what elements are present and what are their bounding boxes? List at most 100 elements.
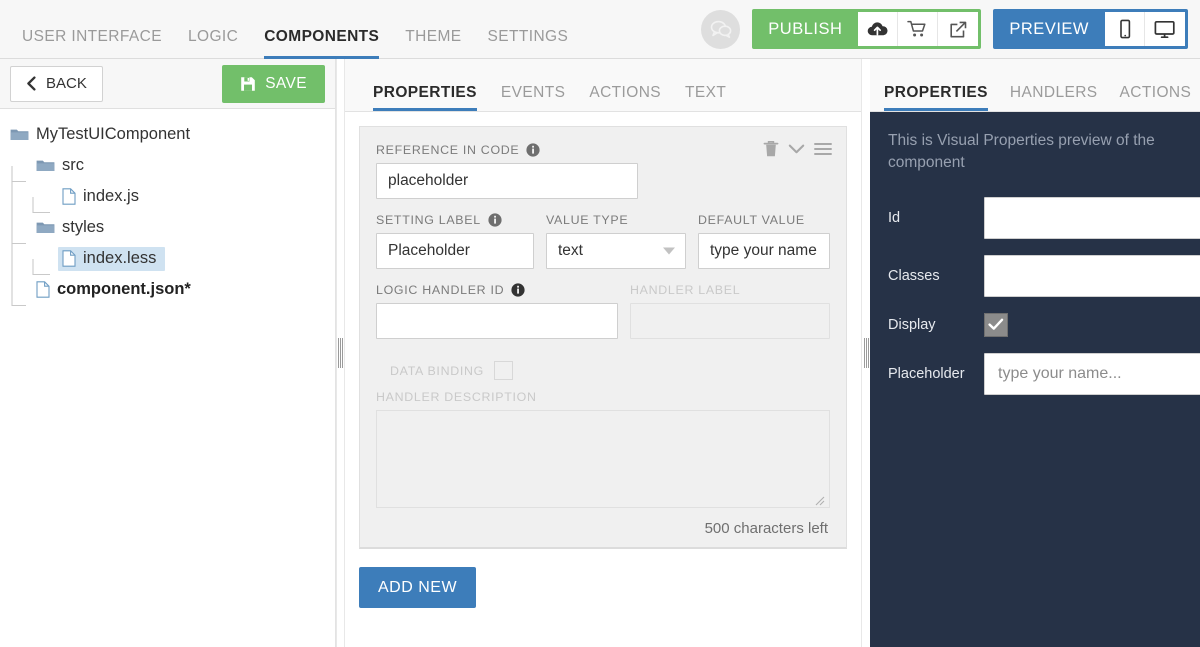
data-binding-label: DATA BINDING — [390, 363, 484, 378]
preview-field-id: Id — [888, 196, 1200, 239]
preview-tab-properties[interactable]: PROPERTIES — [884, 84, 988, 112]
handler-description-textarea — [376, 410, 830, 508]
desktop-icon — [1154, 20, 1175, 38]
nav-tab-components[interactable]: COMPONENTS — [264, 29, 380, 59]
tab-actions[interactable]: ACTIONS — [589, 84, 661, 112]
value-type-group: VALUE TYPE — [546, 213, 686, 269]
file-icon — [36, 280, 50, 298]
logic-handler-id-label-text: LOGIC HANDLER ID — [376, 283, 505, 297]
tab-text[interactable]: TEXT — [685, 84, 726, 112]
chat-bubbles-button[interactable] — [701, 9, 741, 49]
tree-item-label: component.json* — [57, 279, 191, 298]
tree-item-label: src — [62, 155, 84, 174]
publish-button-group: PUBLISH — [752, 9, 982, 49]
publish-button[interactable]: PUBLISH — [752, 9, 858, 49]
file-explorer-toolbar: BACK SAVE — [0, 59, 335, 109]
folder-icon — [36, 222, 55, 233]
preview-button[interactable]: PREVIEW — [993, 9, 1105, 49]
preview-desktop-button[interactable] — [1145, 12, 1185, 46]
preview-tabs: PROPERTIES HANDLERS ACTIONS — [870, 59, 1200, 112]
workspace-panes: BACK SAVE MyTestUIComponent src index.js… — [0, 59, 1200, 647]
logic-handler-id-input[interactable] — [376, 303, 618, 339]
chevron-left-icon — [27, 76, 36, 91]
setting-label-label: SETTING LABEL — [376, 213, 534, 227]
tree-item-component-json[interactable]: component.json* — [0, 274, 335, 306]
preview-tab-handlers[interactable]: HANDLERS — [1010, 84, 1098, 112]
preview-mobile-button[interactable] — [1105, 12, 1145, 46]
preview-field-label: Display — [888, 316, 936, 333]
handler-description-group: HANDLER DESCRIPTION 500 characters left — [376, 390, 830, 537]
back-button[interactable]: BACK — [10, 65, 103, 102]
cloud-upload-icon — [868, 22, 888, 36]
handler-label-group: HANDLER LABEL — [630, 283, 830, 339]
visual-properties-preview: This is Visual Properties preview of the… — [870, 112, 1200, 647]
add-new-button[interactable]: ADD NEW — [359, 567, 477, 608]
save-button[interactable]: SAVE — [222, 64, 325, 103]
publish-external-link-button[interactable] — [938, 12, 978, 46]
left-pane-splitter[interactable] — [336, 59, 345, 647]
save-button-label: SAVE — [265, 74, 307, 92]
publish-icon-strip — [858, 12, 979, 46]
tree-item-mytestuicomponent[interactable]: MyTestUIComponent — [0, 119, 335, 150]
visual-preview-pane: PROPERTIES HANDLERS ACTIONS This is Visu… — [870, 59, 1200, 647]
logic-handler-id-label: LOGIC HANDLER ID — [376, 283, 618, 297]
back-button-label: BACK — [46, 75, 87, 92]
file-tree: MyTestUIComponent src index.js styles in… — [0, 109, 335, 647]
app-root: USER INTERFACE LOGIC COMPONENTS THEME SE… — [0, 0, 1200, 647]
reference-in-code-group: REFERENCE IN CODE — [376, 143, 830, 199]
nav-tab-settings[interactable]: SETTINGS — [488, 29, 569, 59]
tab-events[interactable]: EVENTS — [501, 84, 565, 112]
value-type-select[interactable] — [546, 233, 686, 269]
preview-classes-input[interactable] — [984, 254, 1200, 297]
chevron-down-icon[interactable] — [788, 143, 805, 155]
logic-handler-id-group: LOGIC HANDLER ID — [376, 283, 618, 339]
info-icon[interactable] — [511, 283, 525, 297]
info-icon[interactable] — [526, 143, 541, 157]
handler-description-label-text: HANDLER DESCRIPTION — [376, 390, 537, 404]
preview-icon-strip — [1105, 12, 1185, 46]
preview-id-input[interactable] — [984, 196, 1200, 239]
preview-display-checkbox[interactable] — [984, 312, 1008, 337]
tree-item-label: index.less — [83, 248, 157, 267]
reference-in-code-input[interactable] — [376, 163, 638, 199]
value-type-label-text: VALUE TYPE — [546, 213, 629, 227]
tree-item-src[interactable]: src — [0, 150, 335, 197]
shopping-cart-icon — [907, 20, 926, 37]
nav-tab-theme[interactable]: THEME — [405, 29, 461, 59]
nav-tab-logic[interactable]: LOGIC — [188, 29, 238, 59]
splitter-grip — [863, 338, 869, 368]
default-value-input[interactable] — [698, 233, 830, 269]
tab-properties[interactable]: PROPERTIES — [373, 84, 477, 112]
setting-label-input[interactable] — [376, 233, 534, 269]
nav-tab-user-interface[interactable]: USER INTERFACE — [22, 29, 162, 59]
right-pane-splitter[interactable] — [861, 59, 870, 647]
info-icon[interactable] — [488, 213, 502, 227]
splitter-grip — [338, 338, 343, 368]
tree-guide-lines — [11, 289, 26, 306]
default-value-label: DEFAULT VALUE — [698, 213, 830, 227]
preview-field-display: Display — [888, 312, 1182, 337]
preview-field-label: Classes — [888, 267, 940, 284]
hamburger-menu-icon[interactable] — [814, 142, 832, 156]
handler-description-label: HANDLER DESCRIPTION — [376, 390, 830, 404]
handler-description-wrap — [376, 410, 830, 513]
trash-icon[interactable] — [763, 140, 779, 158]
checkmark-icon — [988, 319, 1004, 331]
top-bar-actions: PUBLISH PREVIEW — [701, 9, 1200, 49]
preview-tab-actions[interactable]: ACTIONS — [1120, 84, 1192, 112]
data-binding-checkbox — [494, 361, 513, 380]
handler-label-label: HANDLER LABEL — [630, 283, 830, 297]
tree-item-styles[interactable]: styles — [0, 212, 335, 259]
preview-placeholder-input[interactable] — [984, 352, 1200, 395]
tree-item-index-js[interactable]: index.js — [0, 181, 335, 228]
publish-cloud-upload-button[interactable] — [858, 12, 899, 46]
handler-label-label-text: HANDLER LABEL — [630, 283, 741, 297]
folder-icon — [10, 129, 29, 140]
properties-editor-pane: PROPERTIES EVENTS ACTIONS TEXT REFERENCE… — [345, 59, 861, 647]
external-link-icon — [950, 21, 967, 37]
characters-left-text: 500 characters left — [704, 520, 828, 537]
publish-cart-button[interactable] — [898, 12, 939, 46]
preview-note: This is Visual Properties preview of the… — [888, 132, 1155, 172]
preview-field-label: Placeholder — [888, 365, 965, 382]
tree-item-index-less[interactable]: index.less — [0, 243, 335, 290]
